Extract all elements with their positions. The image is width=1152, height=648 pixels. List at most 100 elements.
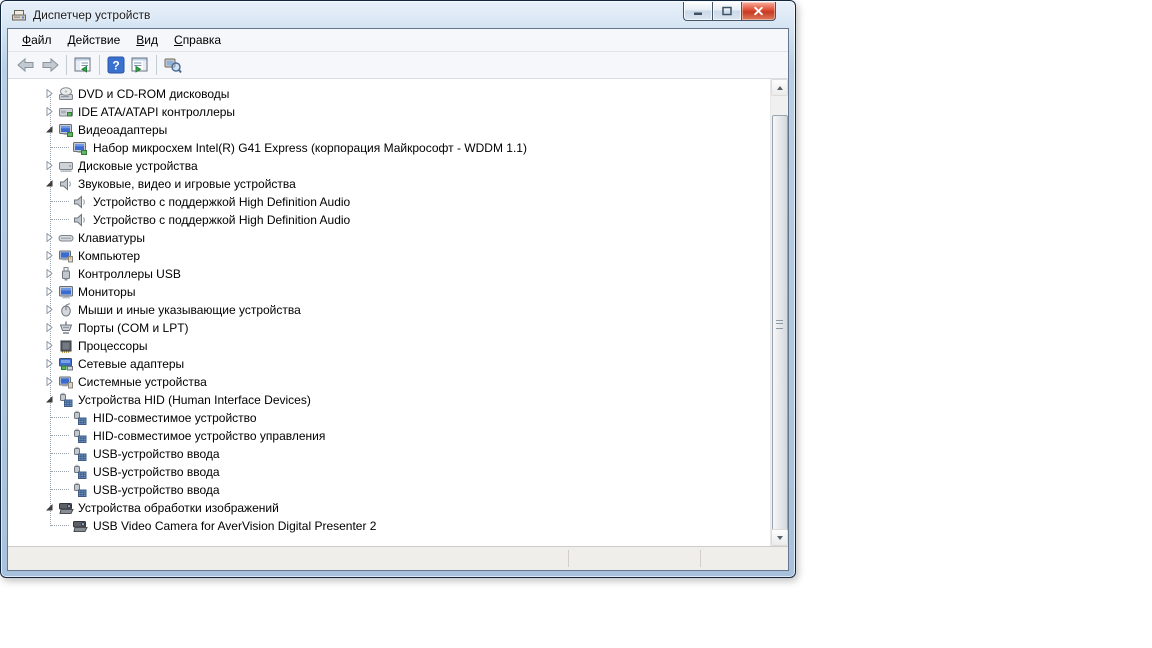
tree-item[interactable]: Устройства обработки изображений — [8, 499, 788, 517]
scan-hardware-button[interactable] — [161, 54, 185, 76]
tree-item[interactable]: Набор микросхем Intel(R) G41 Express (ко… — [8, 139, 788, 157]
forward-button[interactable] — [38, 54, 62, 76]
tree-item[interactable]: Процессоры — [8, 337, 788, 355]
help-icon: ? — [107, 56, 125, 74]
expand-arrow-icon[interactable] — [45, 269, 54, 278]
tree-item-label[interactable]: Системные устройства — [78, 375, 207, 389]
tree-item[interactable]: HID-совместимое устройство управления — [8, 427, 788, 445]
tree-item-label[interactable]: USB-устройство ввода — [93, 465, 220, 479]
hid-device-icon — [72, 464, 88, 480]
expand-arrow-icon[interactable] — [45, 107, 54, 116]
mouse-icon — [58, 302, 74, 318]
tree-item[interactable]: Устройство с поддержкой High Definition … — [8, 193, 788, 211]
tree-item-label[interactable]: HID-совместимое устройство — [93, 411, 257, 425]
tree-item-label[interactable]: Сетевые адаптеры — [78, 357, 184, 371]
action-pane-button[interactable] — [128, 54, 152, 76]
tree-item-label[interactable]: Мониторы — [78, 285, 135, 299]
expand-arrow-icon[interactable] — [45, 341, 54, 350]
menu-item-file[interactable]: Файл — [14, 31, 60, 49]
expand-arrow-icon[interactable] — [45, 89, 54, 98]
tree-item[interactable]: Мыши и иные указывающие устройства — [8, 301, 788, 319]
toolbar: ? — [8, 52, 788, 79]
tree-connector-line — [51, 417, 69, 418]
monitor-icon — [58, 284, 74, 300]
tree-item-label[interactable]: USB-устройство ввода — [93, 483, 220, 497]
tree-item-label[interactable]: Устройства HID (Human Interface Devices) — [78, 393, 311, 407]
video-adapter-icon — [72, 140, 88, 156]
tree-item-label[interactable]: Компьютер — [78, 249, 140, 263]
computer-icon — [58, 248, 74, 264]
tree-item[interactable]: USB Video Camera for AverVision Digital … — [8, 517, 788, 535]
tree-item-label[interactable]: Видеоадаптеры — [78, 123, 167, 137]
tree-item[interactable]: USB-устройство ввода — [8, 463, 788, 481]
tree-item[interactable]: DVD и CD-ROM дисководы — [8, 85, 788, 103]
collapse-arrow-icon[interactable] — [45, 503, 54, 512]
tree-item[interactable]: Устройство с поддержкой High Definition … — [8, 211, 788, 229]
tree-item-label[interactable]: IDE ATA/ATAPI контроллеры — [78, 105, 235, 119]
expand-arrow-icon[interactable] — [45, 161, 54, 170]
tree-item[interactable]: Контроллеры USB — [8, 265, 788, 283]
tree-item-label[interactable]: Клавиатуры — [78, 231, 145, 245]
status-bar — [8, 546, 788, 570]
toolbar-separator — [99, 55, 100, 75]
tree-item-label[interactable]: Мыши и иные указывающие устройства — [78, 303, 301, 317]
tree-item-label[interactable]: Устройство с поддержкой High Definition … — [93, 213, 350, 227]
forward-arrow-icon — [41, 57, 59, 73]
tree-item-label[interactable]: USB-устройство ввода — [93, 447, 220, 461]
tree-item[interactable]: Клавиатуры — [8, 229, 788, 247]
tree-item[interactable]: Звуковые, видео и игровые устройства — [8, 175, 788, 193]
tree-item[interactable]: USB-устройство ввода — [8, 445, 788, 463]
cd-drive-icon — [58, 86, 74, 102]
tree-item[interactable]: Сетевые адаптеры — [8, 355, 788, 373]
expand-arrow-icon[interactable] — [45, 305, 54, 314]
tree-item[interactable]: Устройства HID (Human Interface Devices) — [8, 391, 788, 409]
desktop-background: Диспетчер устройств Файл Действие Вид Справ… — [0, 0, 1152, 648]
tree-item[interactable]: USB-устройство ввода — [8, 481, 788, 499]
tree-item-label[interactable]: Процессоры — [78, 339, 148, 353]
collapse-arrow-icon[interactable] — [45, 125, 54, 134]
tree-item[interactable]: Системные устройства — [8, 373, 788, 391]
collapse-arrow-icon[interactable] — [45, 179, 54, 188]
tree-item-label[interactable]: DVD и CD-ROM дисководы — [78, 87, 229, 101]
tree-item[interactable]: Порты (COM и LPT) — [8, 319, 788, 337]
tree-item[interactable]: Дисковые устройства — [8, 157, 788, 175]
expand-arrow-icon[interactable] — [45, 287, 54, 296]
tree-item-label[interactable]: Устройства обработки изображений — [78, 501, 279, 515]
tree-item[interactable]: IDE ATA/ATAPI контроллеры — [8, 103, 788, 121]
expand-arrow-icon[interactable] — [45, 233, 54, 242]
title-bar[interactable]: Диспетчер устройств — [1, 1, 795, 28]
processor-icon — [58, 338, 74, 354]
tree-item[interactable]: Компьютер — [8, 247, 788, 265]
menu-item-help[interactable]: Справка — [166, 31, 229, 49]
console-tree-button[interactable] — [71, 54, 95, 76]
menu-item-action[interactable]: Действие — [60, 31, 129, 49]
tree-item-label[interactable]: HID-совместимое устройство управления — [93, 429, 325, 443]
tree-item-label[interactable]: USB Video Camera for AverVision Digital … — [93, 519, 376, 533]
tree-item-label[interactable]: Порты (COM и LPT) — [78, 321, 189, 335]
tree-connector-line — [51, 201, 69, 202]
maximize-button[interactable] — [712, 2, 742, 21]
action-pane-icon — [131, 56, 149, 74]
triangle-down-icon — [776, 535, 783, 540]
expand-arrow-icon[interactable] — [45, 377, 54, 386]
tree-item[interactable]: HID-совместимое устройство — [8, 409, 788, 427]
expand-arrow-icon[interactable] — [45, 251, 54, 260]
tree-item[interactable]: Видеоадаптеры — [8, 121, 788, 139]
hid-device-icon — [72, 482, 88, 498]
tree-item-label[interactable]: Дисковые устройства — [78, 159, 198, 173]
speaker-icon — [58, 176, 74, 192]
back-button[interactable] — [14, 54, 38, 76]
tree-item[interactable]: Мониторы — [8, 283, 788, 301]
minimize-button[interactable] — [683, 2, 712, 21]
tree-item-label[interactable]: Набор микросхем Intel(R) G41 Express (ко… — [93, 141, 527, 155]
tree-item-label[interactable]: Звуковые, видео и игровые устройства — [78, 177, 296, 191]
expand-arrow-icon[interactable] — [45, 323, 54, 332]
expand-arrow-icon[interactable] — [45, 359, 54, 368]
collapse-arrow-icon[interactable] — [45, 395, 54, 404]
menu-item-view[interactable]: Вид — [128, 31, 166, 49]
close-button[interactable] — [742, 2, 776, 21]
tree-item-label[interactable]: Устройство с поддержкой High Definition … — [93, 195, 350, 209]
imaging-device-icon — [58, 500, 74, 516]
help-button[interactable]: ? — [104, 54, 128, 76]
tree-item-label[interactable]: Контроллеры USB — [78, 267, 181, 281]
